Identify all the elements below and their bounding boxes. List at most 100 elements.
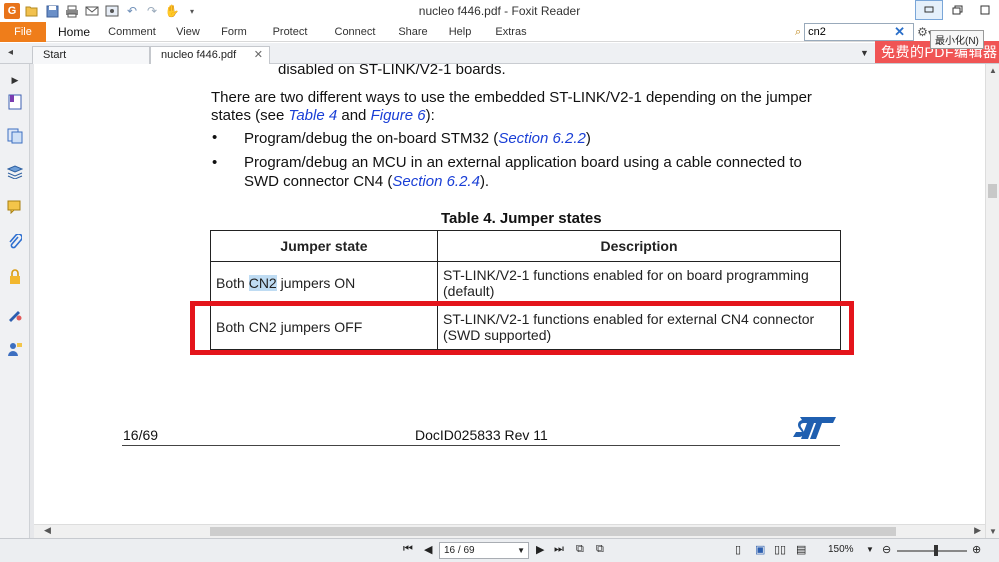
hand-tool-icon[interactable]: ✋	[164, 3, 180, 19]
search-highlight: CN2	[248, 275, 277, 291]
tab-help[interactable]: Help	[447, 22, 473, 42]
tab-form[interactable]: Form	[218, 22, 250, 42]
pages-icon[interactable]	[5, 126, 25, 146]
bookmarks-icon[interactable]	[5, 92, 25, 112]
expand-panel-icon[interactable]: ▶	[5, 70, 25, 90]
next-view-icon[interactable]: ⧉	[596, 543, 604, 556]
last-page-icon[interactable]: ⏭	[554, 543, 564, 556]
continuous-page-icon[interactable]: ▣	[755, 543, 765, 556]
search-input[interactable]	[808, 26, 893, 38]
zoom-out-icon[interactable]: ⊖	[882, 543, 891, 556]
text-run: states (see	[211, 107, 289, 124]
sidebar-toggle-icon[interactable]: ◂	[8, 47, 13, 58]
zoom-slider[interactable]	[897, 545, 967, 556]
figure-link[interactable]: Figure 6	[371, 107, 426, 124]
column-header: Description	[437, 230, 841, 262]
undo-icon[interactable]: ↶	[124, 3, 140, 19]
footer-doc-id: DocID025833 Rev 11	[415, 427, 548, 443]
section-link[interactable]: Section 6.2.4	[392, 173, 480, 190]
highlight-annotation[interactable]	[190, 301, 854, 355]
zoom-slider-knob[interactable]	[934, 545, 938, 556]
app-logo-icon[interactable]: G	[4, 3, 20, 19]
scroll-down-icon[interactable]: ▼	[989, 527, 997, 536]
comments-icon[interactable]	[5, 197, 25, 217]
zoom-in-icon[interactable]: ⊕	[972, 543, 981, 556]
page-number-field[interactable]: 16 / 69 ▼	[439, 542, 529, 559]
tab-view[interactable]: View	[172, 22, 204, 42]
save-icon[interactable]	[44, 3, 60, 19]
search-settings-icon[interactable]: ⚙	[917, 25, 928, 39]
tab-document-label: nucleo f446.pdf	[161, 49, 237, 61]
clear-search-icon[interactable]: ✕	[894, 24, 905, 40]
search-field[interactable]: ✕	[804, 23, 915, 41]
document-tabs: ◂ Start nucleo f446.pdf ✕	[0, 43, 999, 64]
zoom-level[interactable]: 150%	[828, 544, 854, 555]
open-icon[interactable]	[24, 3, 40, 19]
section-link[interactable]: Section 6.2.2	[498, 130, 586, 147]
table-cell: ST-LINK/V2-1 functions enabled for on bo…	[437, 261, 841, 305]
tab-start-label: Start	[43, 49, 67, 61]
first-page-icon[interactable]: ⏮	[403, 543, 413, 556]
tab-file[interactable]: File	[0, 22, 46, 42]
text-run: Both	[216, 275, 249, 291]
attachments-icon[interactable]	[5, 232, 25, 252]
text-run: SWD connector CN4 (	[244, 173, 393, 190]
tab-share[interactable]: Share	[396, 22, 430, 42]
redo-icon[interactable]: ↷	[144, 3, 160, 19]
table-caption: Table 4. Jumper states	[441, 210, 602, 227]
text-run: ).	[479, 173, 490, 190]
vertical-scrollbar[interactable]: ▲ ▼	[985, 64, 999, 538]
tab-start[interactable]: Start	[32, 46, 150, 64]
left-sidebar: ▶	[0, 64, 30, 538]
user-icon[interactable]	[5, 339, 25, 359]
table-link[interactable]: Table 4	[289, 107, 338, 124]
tab-list-dropdown-icon[interactable]: ▼	[860, 48, 869, 58]
signature-icon[interactable]	[5, 304, 25, 324]
close-tab-icon[interactable]: ✕	[254, 47, 263, 63]
facing-pages-icon[interactable]: ▯▯	[774, 543, 786, 556]
text-run: Program/debug the on-board STM32 (	[244, 130, 499, 147]
maximize-button[interactable]	[971, 0, 999, 20]
paragraph-line: There are two different ways to use the …	[211, 89, 812, 106]
tab-home[interactable]: Home	[56, 22, 92, 42]
tab-comment[interactable]: Comment	[106, 22, 158, 42]
table-row: Both CN2 jumpers ON ST-LINK/V2-1 functio…	[210, 261, 841, 305]
cell-line: (default)	[443, 283, 495, 299]
bullet-item: Program/debug an MCU in an external appl…	[244, 154, 802, 171]
scroll-thumb[interactable]	[988, 184, 997, 198]
scroll-left-icon[interactable]: ◀	[44, 525, 51, 536]
email-icon[interactable]	[84, 3, 100, 19]
horizontal-scrollbar[interactable]: ◀ ▶	[34, 524, 985, 538]
next-page-icon[interactable]: ▶	[536, 543, 544, 556]
minimize-ribbon-button[interactable]	[915, 0, 943, 20]
minimize-tooltip: 最小化(N)	[930, 30, 984, 49]
layers-icon[interactable]	[5, 162, 25, 182]
single-page-icon[interactable]: ▯	[735, 543, 741, 556]
tab-extras[interactable]: Extras	[494, 22, 528, 42]
text-run: ):	[425, 107, 435, 124]
bullet-item: SWD connector CN4 (Section 6.2.4).	[244, 173, 489, 190]
previous-page-icon[interactable]: ◀	[424, 543, 432, 556]
scroll-right-icon[interactable]: ▶	[974, 525, 981, 536]
print-icon[interactable]	[64, 3, 80, 19]
tab-document[interactable]: nucleo f446.pdf ✕	[150, 46, 270, 64]
text-run: and	[337, 107, 371, 124]
scroll-thumb[interactable]	[210, 527, 896, 536]
customize-icon[interactable]: ▾	[184, 3, 200, 19]
tab-protect[interactable]: Protect	[268, 22, 312, 42]
continuous-facing-icon[interactable]: ▤	[796, 543, 806, 556]
scroll-up-icon[interactable]: ▲	[989, 66, 997, 75]
tab-connect[interactable]: Connect	[334, 22, 376, 42]
document-view: disabled on ST-LINK/V2-1 boards. There a…	[34, 64, 985, 524]
column-header: Jumper state	[210, 230, 438, 262]
window-controls	[915, 0, 999, 20]
chevron-down-icon[interactable]: ▼	[517, 543, 525, 558]
zoom-menu-icon[interactable]: ▼	[866, 545, 874, 554]
cell-line: ST-LINK/V2-1 functions enabled for on bo…	[443, 267, 809, 283]
screenshot-icon[interactable]	[104, 3, 120, 19]
restore-button[interactable]	[943, 0, 971, 20]
previous-view-icon[interactable]: ⧉	[576, 543, 584, 556]
lock-icon[interactable]	[5, 267, 25, 287]
document-text: disabled on ST-LINK/V2-1 boards.	[278, 64, 506, 78]
page-number-value: 16 / 69	[444, 545, 475, 556]
